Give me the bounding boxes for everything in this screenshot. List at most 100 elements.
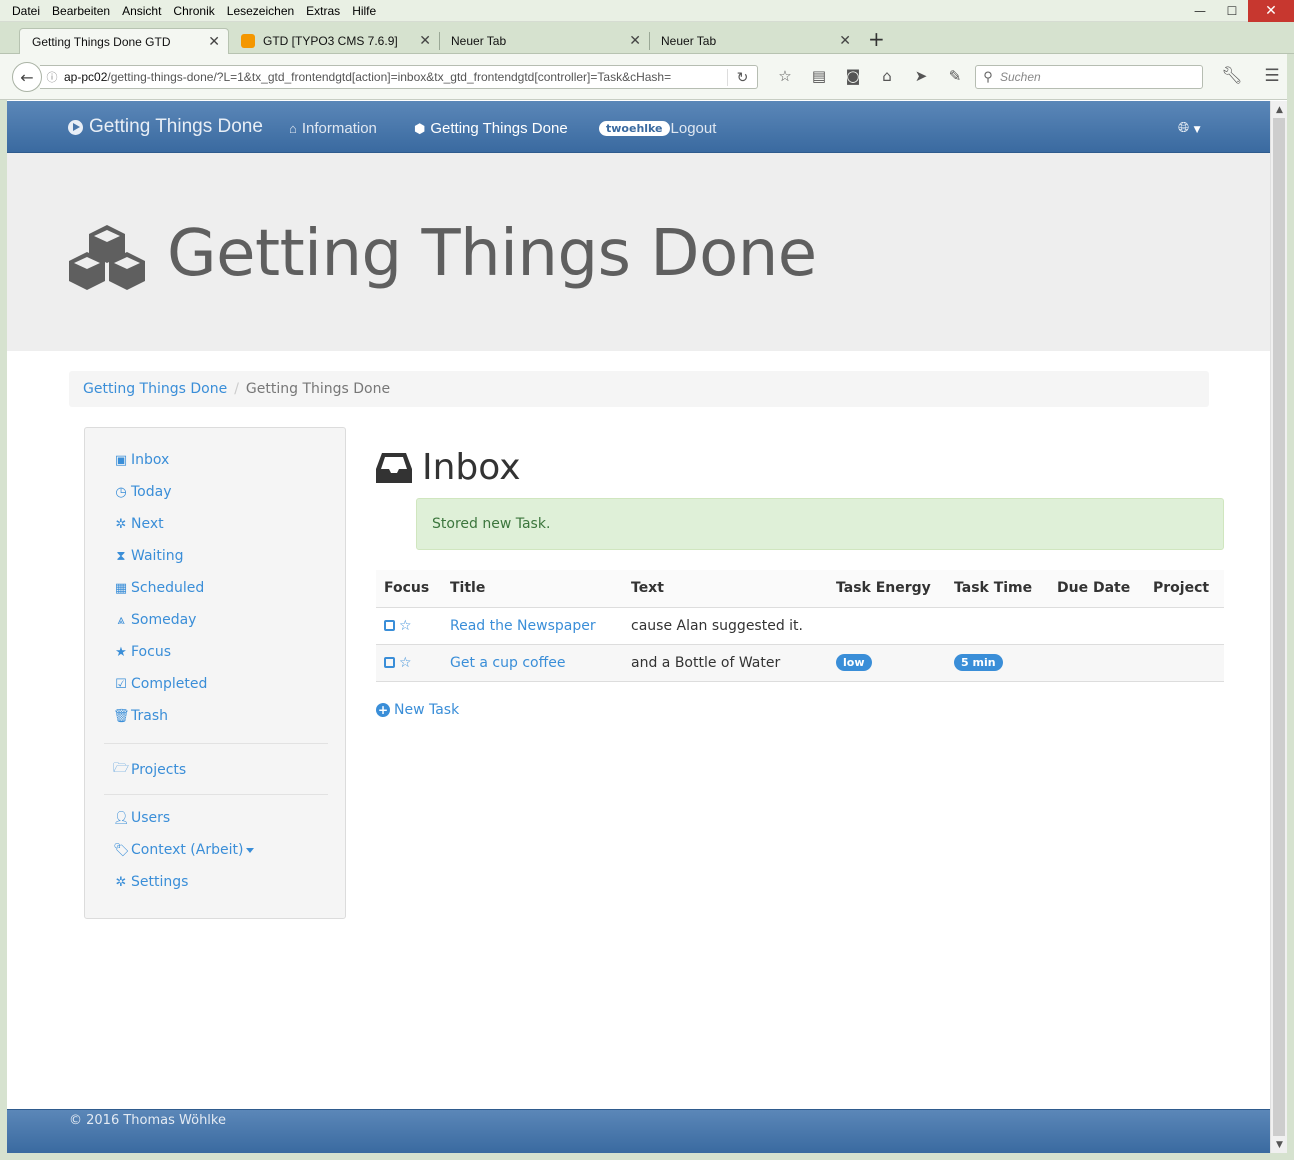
success-alert: Stored new Task.: [416, 498, 1224, 550]
menu-bearbeiten[interactable]: Bearbeiten: [46, 4, 116, 18]
sidebar-item-scheduled[interactable]: ▦ Scheduled: [113, 580, 204, 596]
sidebar-item-trash[interactable]: 🗑︎ Trash: [113, 708, 168, 724]
send-icon[interactable]: ➤: [904, 67, 938, 85]
scroll-down-icon[interactable]: ▼: [1271, 1136, 1288, 1153]
tags-icon: 🏷︎: [113, 842, 130, 858]
back-arrow-icon[interactable]: ←: [12, 62, 42, 92]
tab-new-1[interactable]: Neuer Tab ✕: [439, 28, 650, 54]
task-title-link[interactable]: Read the Newspaper: [450, 618, 596, 634]
focus-cell: ☆: [376, 607, 442, 645]
column-header[interactable]: Text: [623, 570, 828, 608]
url-text[interactable]: ap-pc02/getting-things-done/?L=1&tx_gtd_…: [64, 70, 727, 84]
sidebar-item-inbox[interactable]: ▣ Inbox: [113, 452, 169, 468]
site-navbar: Getting Things Done ⌂ Information ⬢ Gett…: [7, 101, 1270, 153]
brand-label: Getting Things Done: [89, 116, 263, 137]
nav-information[interactable]: ⌂ Information: [289, 120, 377, 137]
search-input[interactable]: ⚲ Suchen: [975, 65, 1203, 89]
tab-bar: Getting Things Done GTD ✕ GTD [TYPO3 CMS…: [0, 22, 1294, 54]
new-tab-plus-icon[interactable]: +: [868, 27, 885, 51]
column-header[interactable]: Due Date: [1049, 570, 1145, 608]
menu-chronik[interactable]: Chronik: [167, 4, 220, 18]
tab-label: Neuer Tab: [661, 34, 717, 48]
star-outline-icon[interactable]: ☆: [399, 618, 412, 634]
sidebar-item-context[interactable]: 🏷︎ Context (Arbeit): [113, 842, 255, 858]
checkbox-icon[interactable]: [384, 656, 395, 668]
sidebar-item-next[interactable]: ✲ Next: [113, 516, 164, 532]
plus-circle-icon: +: [376, 703, 390, 717]
column-header[interactable]: Project: [1145, 570, 1224, 608]
scroll-up-icon[interactable]: ▲: [1271, 101, 1288, 118]
site-footer: © 2016 Thomas Wöhlke: [7, 1109, 1270, 1153]
hamburger-menu-icon[interactable]: ☰: [1252, 66, 1292, 86]
window-controls: — ☐ ✕: [1184, 0, 1294, 22]
maximize-icon[interactable]: ☐: [1216, 0, 1248, 22]
tab-close-icon[interactable]: ✕: [419, 32, 431, 49]
sidebar-item-label: Today: [131, 484, 172, 500]
task-title-link[interactable]: Get a cup coffee: [450, 655, 565, 671]
menu-hilfe[interactable]: Hilfe: [346, 4, 382, 18]
vertical-scrollbar[interactable]: ▲ ▼: [1270, 101, 1287, 1153]
reading-list-icon[interactable]: ▤: [802, 67, 836, 85]
table-row: ☆ Read the Newspaper cause Alan suggeste…: [376, 607, 1224, 645]
menu-datei[interactable]: Datei: [6, 4, 46, 18]
sidebar-item-projects[interactable]: 🗁︎ Projects: [113, 759, 186, 781]
nav-getting-things-done[interactable]: ⬢ Getting Things Done: [414, 120, 568, 137]
column-header[interactable]: Task Time: [946, 570, 1049, 608]
info-icon[interactable]: ⓘ: [40, 69, 64, 85]
play-circle-icon: [68, 119, 83, 135]
bookmark-star-icon[interactable]: ☆: [768, 67, 802, 85]
footer-copyright: © 2016 Thomas Wöhlke: [69, 1113, 226, 1128]
sidebar-item-completed[interactable]: ☑ Completed: [113, 676, 207, 692]
inbox-icon: [376, 452, 412, 483]
url-bar[interactable]: ⓘ ap-pc02/getting-things-done/?L=1&tx_gt…: [40, 65, 758, 89]
home-icon[interactable]: ⌂: [870, 67, 904, 85]
typo3-icon: [241, 34, 255, 48]
column-header[interactable]: Title: [442, 570, 623, 608]
column-header[interactable]: Task Energy: [828, 570, 946, 608]
scrollbar-thumb[interactable]: [1273, 118, 1285, 1136]
tab-gtd[interactable]: Getting Things Done GTD ✕: [19, 28, 229, 54]
column-header[interactable]: Focus: [376, 570, 442, 608]
gear-icon: ✲: [115, 874, 127, 890]
toolbar-icons: ☆ ▤ ◙ ⌂ ➤ ✎: [768, 67, 972, 85]
tab-close-icon[interactable]: ✕: [839, 32, 851, 49]
user-icon: 👤︎: [113, 810, 130, 826]
menu-ansicht[interactable]: Ansicht: [116, 4, 167, 18]
minimize-icon[interactable]: —: [1184, 0, 1216, 22]
cubes-icon: ⬢: [414, 120, 426, 136]
tab-typo3[interactable]: GTD [TYPO3 CMS 7.6.9] ✕: [231, 28, 440, 54]
menu-lesezeichen[interactable]: Lesezeichen: [221, 4, 300, 18]
wrench-icon[interactable]: 🔧︎: [1212, 66, 1252, 86]
tab-close-icon[interactable]: ✕: [208, 33, 220, 50]
breadcrumb-link[interactable]: Getting Things Done: [83, 381, 227, 397]
close-window-icon[interactable]: ✕: [1248, 0, 1294, 22]
site-brand[interactable]: Getting Things Done: [68, 116, 263, 138]
sidebar-item-today[interactable]: ◷ Today: [113, 484, 172, 500]
menu-extras[interactable]: Extras: [300, 4, 346, 18]
sidebar-item-label: Focus: [131, 644, 171, 660]
language-globe-icon[interactable]: 🌐︎ ▼: [1178, 120, 1201, 136]
sidebar-item-label: Projects: [131, 762, 187, 778]
pocket-icon[interactable]: ◙: [836, 67, 870, 85]
reload-icon[interactable]: ↻: [727, 68, 757, 86]
tab-close-icon[interactable]: ✕: [629, 32, 641, 49]
sidebar-item-users[interactable]: 👤︎ Users: [113, 810, 170, 826]
page-title: Inbox: [376, 447, 521, 488]
time-badge: 5 min: [954, 654, 1003, 671]
sidebar-item-settings[interactable]: ✲ Settings: [113, 874, 189, 890]
sidebar-item-label: Users: [131, 810, 171, 826]
menu-bar: Datei Bearbeiten Ansicht Chronik Lesezei…: [0, 0, 1294, 22]
nav-logout[interactable]: twoehlke Logout: [599, 120, 716, 137]
inbox-icon: ▣: [114, 452, 128, 468]
pin-icon[interactable]: ✎: [938, 67, 972, 85]
sidebar-item-someday[interactable]: ⩓ Someday: [113, 612, 196, 628]
checkbox-icon[interactable]: [384, 619, 395, 631]
star-outline-icon[interactable]: ☆: [399, 655, 412, 671]
new-task-link[interactable]: + New Task: [376, 702, 459, 718]
sidebar-item-focus[interactable]: ★ Focus: [113, 644, 171, 660]
tab-new-2[interactable]: Neuer Tab ✕: [649, 28, 859, 54]
sidebar-item-waiting[interactable]: ⧗ Waiting: [113, 548, 183, 564]
url-path: /getting-things-done/?L=1&tx_gtd_fronten…: [107, 70, 672, 84]
hourglass-icon: ⧗: [116, 548, 126, 564]
cubes-icon: [69, 225, 145, 290]
